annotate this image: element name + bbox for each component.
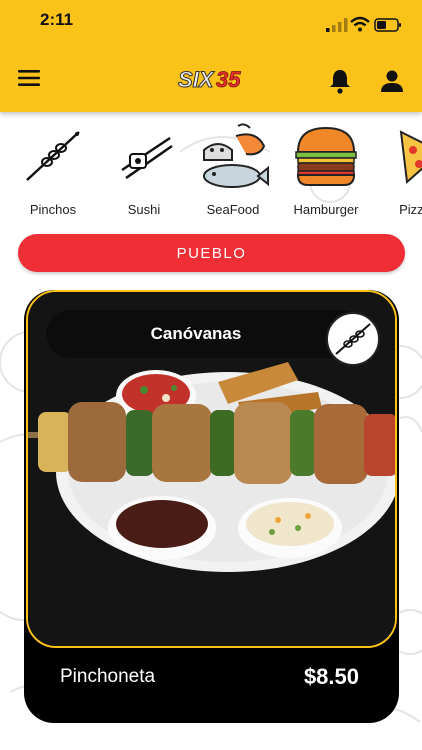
status-time: 2:11 — [40, 10, 74, 29]
category-item-sushi[interactable]: Sushi — [97, 120, 187, 220]
svg-text:35: 35 — [216, 67, 241, 92]
skewer-icon — [26, 131, 80, 181]
sushi-icon — [121, 136, 173, 180]
app-header: 2:11 SIX 35 — [0, 0, 422, 112]
category-label: Hamburger — [293, 202, 359, 217]
store-name-pill: Canóvanas — [46, 310, 366, 358]
category-badge — [326, 312, 380, 366]
pizza-icon — [399, 130, 422, 185]
category-label: SeaFood — [206, 202, 260, 217]
category-label: Pinchos — [29, 202, 77, 217]
wifi-icon — [350, 16, 370, 32]
category-item-hamburger[interactable]: Hamburger — [279, 120, 369, 220]
hamburger-menu-icon[interactable] — [18, 68, 42, 88]
store-name: Canóvanas — [150, 324, 242, 343]
user-icon[interactable] — [380, 70, 404, 92]
category-list[interactable]: Pinchos Sushi SeaFood Hamburger Pizz — [0, 120, 422, 222]
category-label: Pizza — [399, 202, 422, 217]
six35-logo: SIX 35 — [178, 67, 242, 93]
hamburger-icon — [295, 126, 357, 186]
cellular-signal-icon — [326, 18, 348, 32]
bell-icon[interactable] — [328, 68, 352, 94]
battery-icon — [374, 18, 401, 32]
svg-text:SIX: SIX — [178, 67, 215, 92]
skewer-icon — [335, 323, 371, 355]
category-item-seafood[interactable]: SeaFood — [186, 120, 276, 220]
product-price: $8.50 — [303, 664, 359, 689]
product-card[interactable]: Canóvanas Pinchoneta $8.50 — [24, 290, 399, 723]
product-name: Pinchoneta — [60, 666, 156, 687]
category-item-pinchos[interactable]: Pinchos — [6, 120, 96, 220]
category-label: Sushi — [127, 202, 161, 217]
location-button[interactable]: PUEBLO — [18, 234, 405, 272]
category-item-pizza[interactable]: Pizza — [368, 120, 422, 220]
seafood-icon — [203, 123, 269, 188]
